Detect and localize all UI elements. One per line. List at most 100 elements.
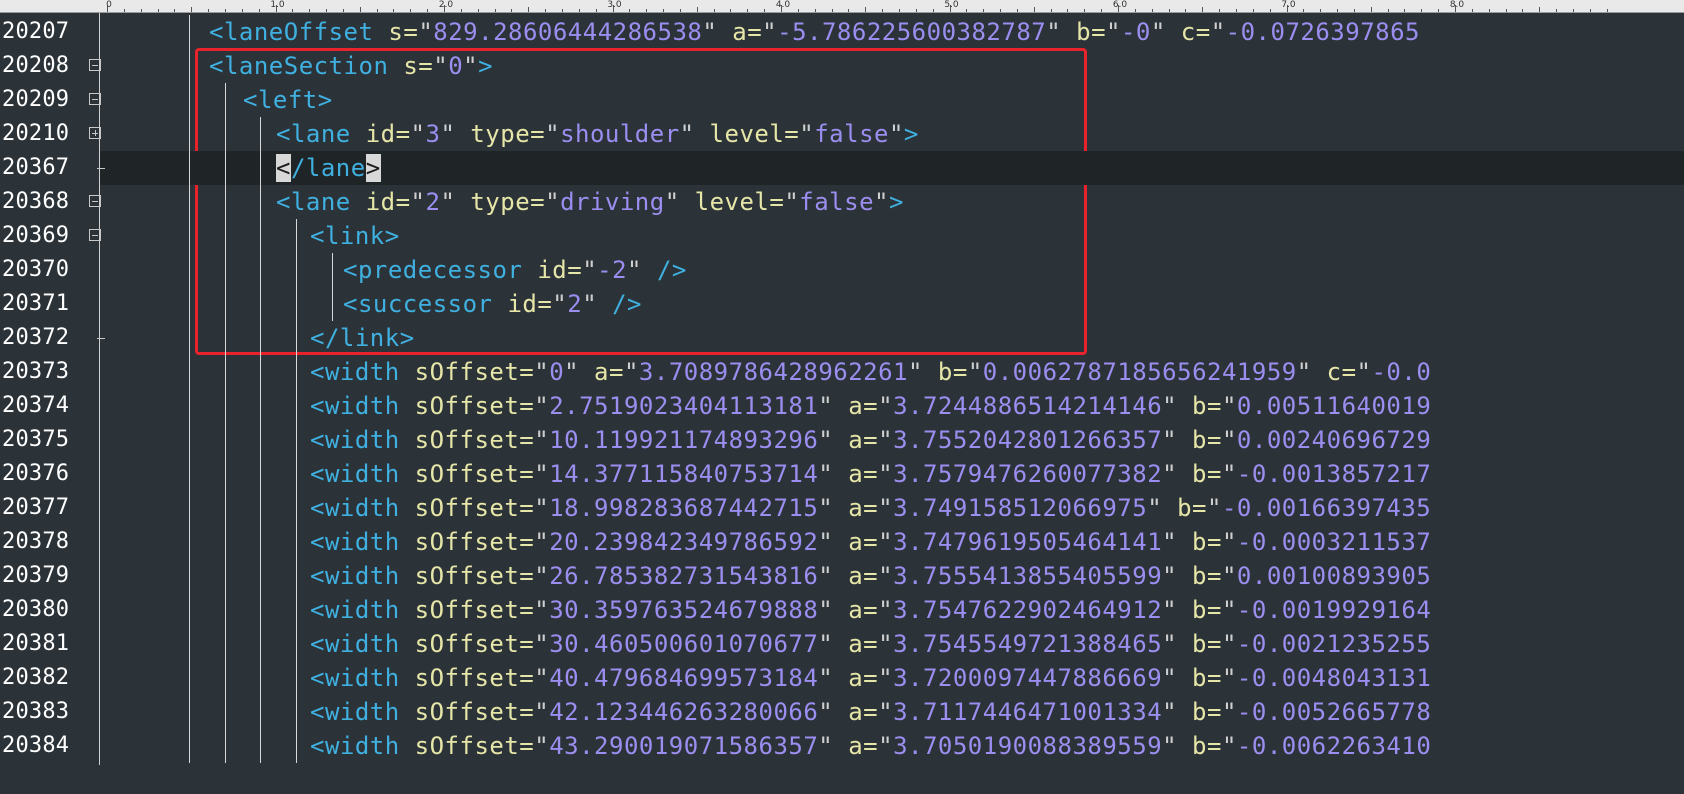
xml-punctuation-token: " [1150, 18, 1166, 46]
code-line[interactable]: 20209 <left> [0, 83, 1684, 117]
code-text[interactable]: <width sOffset="30.359763524679888" a="3… [310, 593, 1431, 627]
xml-tag-token: <lane [276, 188, 351, 216]
code-text[interactable]: <laneSection s="0"> [209, 49, 493, 83]
code-text[interactable]: </lane> [276, 151, 381, 185]
xml-punctuation-token: " [1221, 426, 1237, 454]
xml-punctuation-token: " [534, 494, 550, 522]
code-editor[interactable]: 0 1.0 2.0 3.0 4.0 5.0 6.0 7.0 8.0 20207 <laneOffs… [0, 0, 1684, 794]
code-text[interactable]: <predecessor id="-2" /> [343, 253, 687, 287]
ruler-minor-tick [1185, 9, 1187, 12]
code-line[interactable]: 20379 <width sOffset="26.785382731543816"… [0, 559, 1684, 593]
code-text[interactable]: <width sOffset="18.998283687442715" a="3… [310, 491, 1431, 525]
xml-attribute-token: sOffset= [399, 528, 535, 556]
fold-collapse-icon[interactable] [89, 93, 101, 105]
xml-punctuation-token: " [818, 698, 834, 726]
xml-tag-token: <width [310, 460, 400, 488]
code-line[interactable]: 20210 <lane id="3" type="shoulder" level=… [0, 117, 1684, 151]
ruler-label: 7.0 [1281, 0, 1296, 10]
xml-value-token: 42.123446263280066 [549, 698, 819, 726]
code-line[interactable]: 20207 <laneOffset s="829.28606444286538" … [0, 15, 1684, 49]
ruler-label: 5.0 [944, 0, 959, 10]
ruler-minor-tick [1556, 9, 1558, 12]
xml-tag-token: <width [310, 562, 400, 590]
code-line-current[interactable]: 20367 </lane> [2, 151, 1684, 185]
code-line[interactable]: 20375 <width sOffset="10.119921174893296"… [0, 423, 1684, 457]
code-text[interactable]: <width sOffset="14.377115840753714" a="3… [310, 457, 1431, 491]
fold-collapse-icon[interactable] [89, 229, 101, 241]
code-line[interactable]: 20208 <laneSection s="0"> [0, 49, 1684, 83]
xml-value-token: -0.0048043131 [1236, 664, 1432, 692]
code-line[interactable]: 20384 <width sOffset="43.290019071586357"… [0, 729, 1684, 763]
code-line[interactable]: 20377 <width sOffset="18.998283687442715"… [0, 491, 1684, 525]
code-text[interactable]: <width sOffset="10.119921174893296" a="3… [310, 423, 1431, 457]
xml-attribute-token: id= [492, 290, 553, 318]
ruler-minor-tick [865, 7, 867, 12]
xml-punctuation-token: " [1221, 698, 1237, 726]
xml-value-token: 3.7089786428962261 [638, 358, 909, 386]
code-text[interactable]: <laneOffset s="829.28606444286538" a="-5… [209, 15, 1420, 49]
code-line[interactable]: 20368 <lane id="2" type="driving" level="… [0, 185, 1684, 219]
ruler-label: 1.0 [270, 0, 285, 10]
xml-punctuation-token: " [888, 120, 904, 148]
xml-attribute-token: type= [455, 120, 546, 148]
xml-punctuation-token: " [1221, 392, 1237, 420]
fold-collapse-icon[interactable] [89, 195, 101, 207]
xml-punctuation-token: " [818, 630, 834, 658]
xml-punctuation-token: " [679, 120, 695, 148]
code-line[interactable]: 20372 </link> [0, 321, 1684, 355]
ruler-minor-tick [545, 9, 547, 12]
xml-attribute-token: level= [679, 188, 785, 216]
code-text[interactable]: <width sOffset="20.239842349786592" a="3… [310, 525, 1431, 559]
xml-punctuation-token: " [874, 188, 889, 216]
xml-punctuation-token: " [818, 562, 834, 590]
xml-value-token: -0.0013857217 [1236, 460, 1432, 488]
code-line[interactable]: 20370 <predecessor id="-2" /> [0, 253, 1684, 287]
xml-punctuation-token: " [1221, 630, 1237, 658]
code-line[interactable]: 20369 <link> [0, 219, 1684, 253]
code-text[interactable]: </link> [310, 321, 415, 355]
xml-value-token: -0.0021235255 [1236, 630, 1432, 658]
code-line[interactable]: 20382 <width sOffset="40.479684699573184"… [0, 661, 1684, 695]
xml-attribute-token: sOffset= [399, 426, 535, 454]
xml-value-token: 3.7579476260077382 [893, 460, 1163, 488]
xml-attribute-token: id= [350, 120, 411, 148]
ruler-minor-tick [460, 9, 462, 12]
xml-tag-token: /> [642, 256, 687, 284]
code-line[interactable]: 20373 <width sOffset="0" a="3.70897864289… [0, 355, 1684, 389]
xml-tag-token: <width [310, 426, 400, 454]
code-text[interactable]: <width sOffset="43.290019071586357" a="3… [310, 729, 1431, 763]
xml-attribute-token: b= [1177, 392, 1222, 420]
xml-attribute-token: sOffset= [399, 630, 535, 658]
code-text[interactable]: <width sOffset="40.479684699573184" a="3… [310, 661, 1431, 695]
ruler-minor-tick [932, 9, 934, 12]
xml-value-token: 0.00100893905 [1236, 562, 1432, 590]
xml-punctuation-token: " [1162, 732, 1178, 760]
xml-punctuation-token: " [534, 596, 550, 624]
code-text[interactable]: <width sOffset="2.7519023404113181" a="3… [310, 389, 1431, 423]
code-text[interactable]: <left> [243, 83, 333, 117]
code-line[interactable]: 20371 <successor id="2" /> [0, 287, 1684, 321]
code-line[interactable]: 20383 <width sOffset="42.123446263280066"… [0, 695, 1684, 729]
xml-punctuation-token: " [534, 562, 550, 590]
code-text[interactable]: <width sOffset="0" a="3.7089786428962261… [310, 355, 1431, 389]
code-text[interactable]: <lane id="3" type="shoulder" level="fals… [276, 117, 919, 151]
code-text[interactable]: <link> [310, 219, 400, 253]
xml-punctuation-token: " [534, 732, 550, 760]
code-line[interactable]: 20374 <width sOffset="2.7519023404113181"… [0, 389, 1684, 423]
xml-punctuation-token: " [534, 630, 550, 658]
code-line[interactable]: 20380 <width sOffset="30.359763524679888"… [0, 593, 1684, 627]
fold-expand-icon[interactable] [89, 127, 101, 139]
code-line[interactable]: 20378 <width sOffset="20.239842349786592"… [0, 525, 1684, 559]
code-line[interactable]: 20381 <width sOffset="30.460500601070677"… [0, 627, 1684, 661]
code-text[interactable]: <successor id="2" /> [343, 287, 642, 321]
code-line[interactable]: 20376 <width sOffset="14.377115840753714"… [0, 457, 1684, 491]
xml-attribute-token: id= [522, 256, 583, 284]
code-text[interactable]: <lane id="2" type="driving" level="false… [276, 185, 904, 219]
xml-tag-token: <width [310, 392, 400, 420]
code-text[interactable]: <width sOffset="26.785382731543816" a="3… [310, 559, 1431, 593]
ruler-minor-tick [1219, 9, 1221, 12]
code-text[interactable]: <width sOffset="30.460500601070677" a="3… [310, 627, 1431, 661]
xml-attribute-token: b= [1177, 630, 1222, 658]
fold-collapse-icon[interactable] [89, 59, 101, 71]
code-text[interactable]: <width sOffset="42.123446263280066" a="3… [310, 695, 1431, 729]
